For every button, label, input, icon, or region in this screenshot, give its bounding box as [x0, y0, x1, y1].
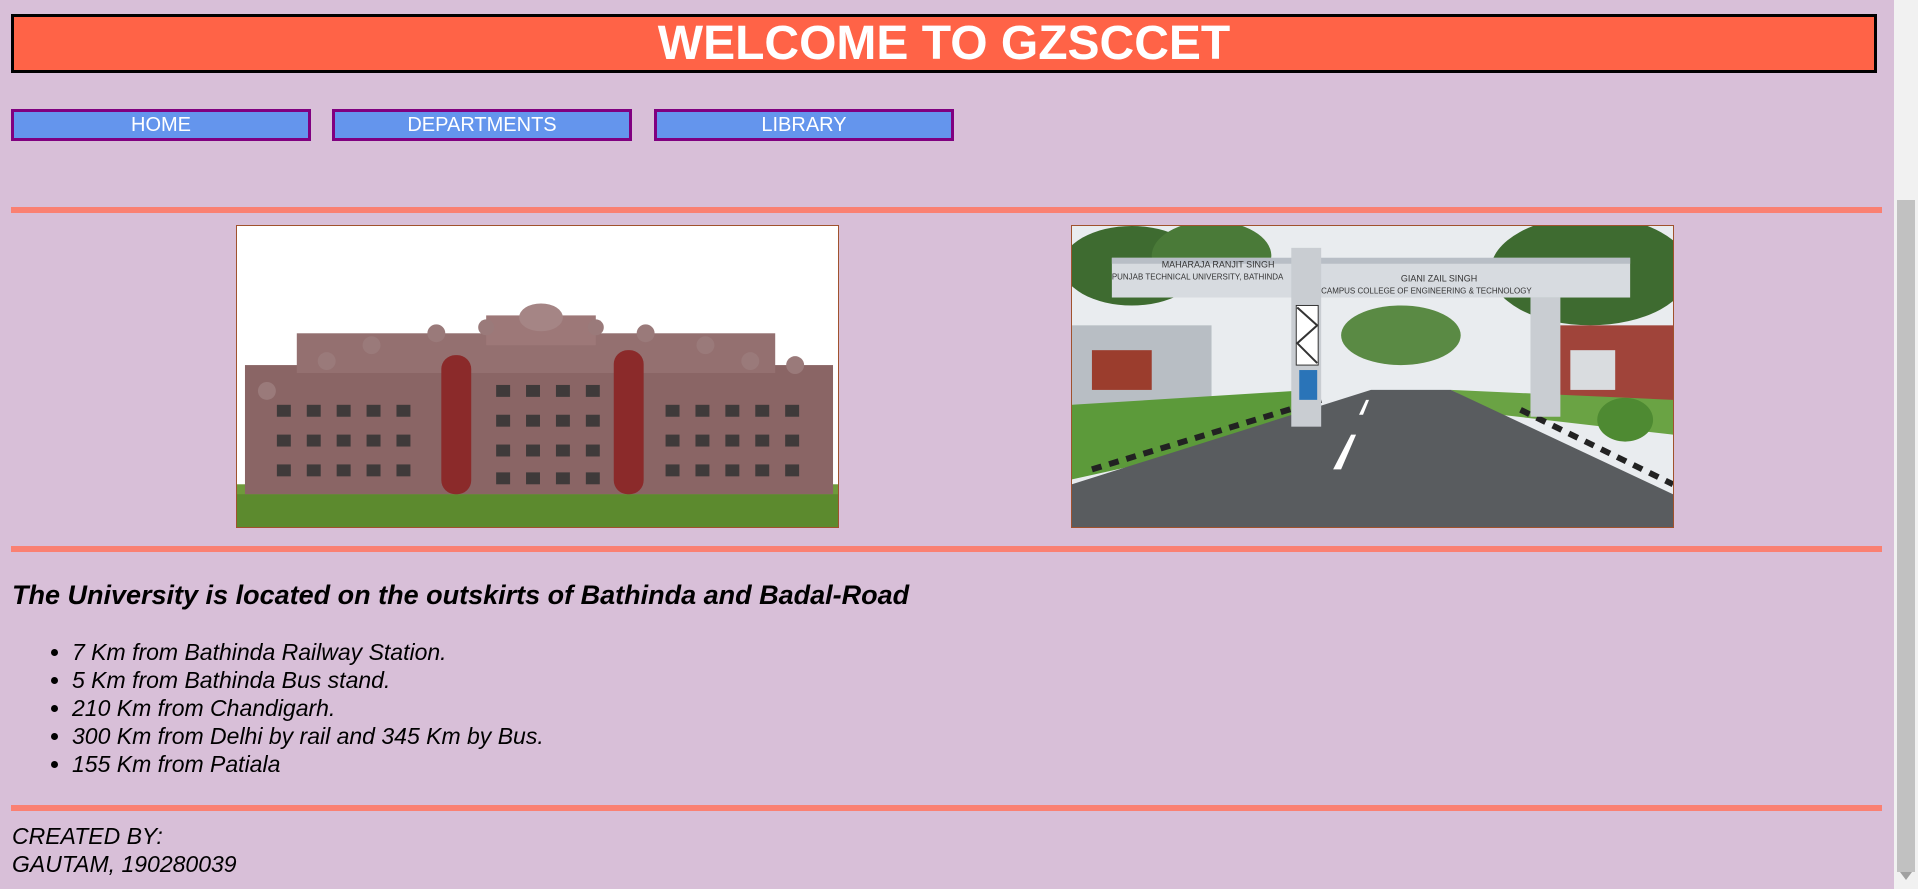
- divider-bottom: [11, 805, 1882, 811]
- campus-building-image: [236, 225, 839, 528]
- nav-home-button[interactable]: HOME: [11, 109, 311, 141]
- divider-top: [11, 207, 1882, 213]
- nav-departments-button[interactable]: DEPARTMENTS: [332, 109, 632, 141]
- list-item: 155 Km from Patiala: [72, 750, 544, 778]
- list-item: 300 Km from Delhi by rail and 345 Km by …: [72, 722, 544, 750]
- created-by-label: CREATED BY:: [12, 823, 163, 849]
- page-title: WELCOME TO GZSCCET: [657, 17, 1231, 70]
- vertical-scrollbar[interactable]: [1894, 0, 1918, 889]
- list-item: 5 Km from Bathinda Bus stand.: [72, 666, 544, 694]
- gate-sign-left-line2: PUNJAB TECHNICAL UNIVERSITY, BATHINDA: [1112, 273, 1284, 282]
- author-name: GAUTAM, 190280039: [12, 851, 237, 877]
- list-item: 210 Km from Chandigarh.: [72, 694, 544, 722]
- divider-middle: [11, 546, 1882, 552]
- list-item: 7 Km from Bathinda Railway Station.: [72, 638, 544, 666]
- gate-sign-right-line1: GIANI ZAIL SINGH: [1401, 274, 1477, 284]
- campus-gate-image: MAHARAJA RANJIT SINGH PUNJAB TECHNICAL U…: [1071, 225, 1674, 528]
- page: WELCOME TO GZSCCET HOME DEPARTMENTS LIBR…: [0, 0, 1918, 889]
- scrollbar-thumb[interactable]: [1897, 200, 1915, 872]
- scroll-down-arrow-icon[interactable]: [1900, 872, 1912, 880]
- gate-sign-left-line1: MAHARAJA RANJIT SINGH: [1162, 260, 1275, 270]
- nav-library-button[interactable]: LIBRARY: [654, 109, 954, 141]
- distance-list: 7 Km from Bathinda Railway Station. 5 Km…: [12, 638, 544, 778]
- location-heading: The University is located on the outskir…: [12, 580, 910, 610]
- gate-sign-right-line2: CAMPUS COLLEGE OF ENGINEERING & TECHNOLO…: [1321, 287, 1532, 296]
- site-header: WELCOME TO GZSCCET: [11, 14, 1877, 73]
- credits: CREATED BY: GAUTAM, 190280039: [12, 822, 237, 878]
